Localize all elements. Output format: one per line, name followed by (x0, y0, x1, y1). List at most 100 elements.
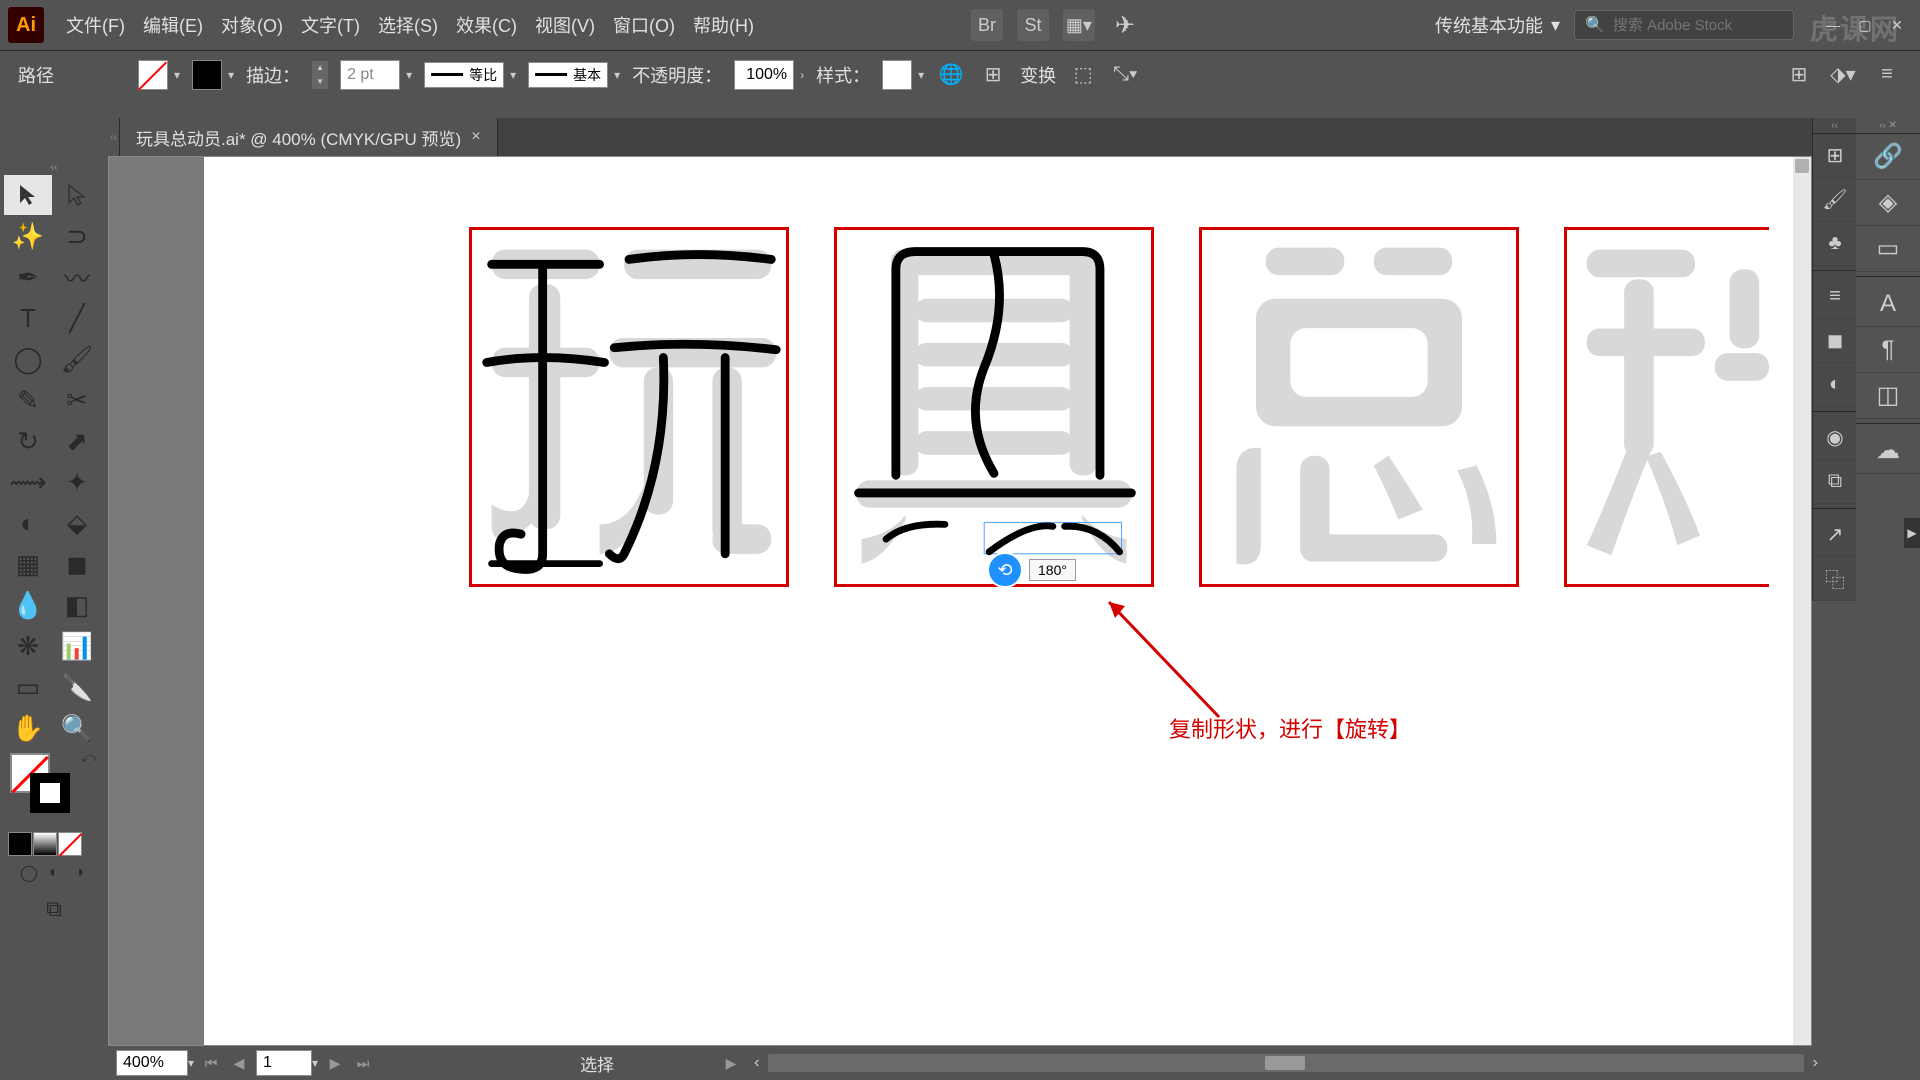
properties-panel-icon[interactable]: ▭ (1856, 226, 1920, 272)
style-swatch[interactable] (882, 60, 912, 90)
horizontal-scrollbar[interactable]: ‹ › (768, 1054, 1804, 1072)
opacity-dropdown-icon[interactable]: › (800, 68, 804, 82)
brush-definition[interactable]: 基本 (528, 62, 608, 88)
shape-builder-tool[interactable]: ◐ (4, 503, 52, 543)
perspective-icon[interactable]: ⬗▾ (1828, 60, 1858, 90)
eyedropper-tool[interactable]: 💧 (4, 585, 52, 625)
profile-dropdown-icon[interactable]: ▾ (510, 68, 516, 82)
menu-select[interactable]: 选择(S) (378, 12, 438, 38)
gradient-panel-icon[interactable]: ◼ (1813, 319, 1857, 363)
stroke-weight-dropdown-icon[interactable]: ▾ (406, 68, 412, 82)
gradient-tool[interactable]: ◼ (53, 544, 101, 584)
width-tool[interactable]: ⟿ (4, 462, 52, 502)
eraser-tool[interactable]: ✂ (53, 380, 101, 420)
stock-icon[interactable]: St (1017, 9, 1049, 41)
swatch-grid-icon[interactable]: ⊞ (1813, 134, 1857, 178)
panel-menu-icon[interactable]: ≡ (1872, 60, 1902, 90)
variable-width-profile[interactable]: 等比 (424, 62, 504, 88)
hand-tool[interactable]: ✋ (4, 708, 52, 748)
menu-file[interactable]: 文件(F) (66, 12, 125, 38)
transform-icon[interactable]: ⤡▾ (1110, 60, 1140, 90)
shaper-tool[interactable]: ✎ (4, 380, 52, 420)
rectangle-tool[interactable]: ◯ (4, 339, 52, 379)
zoom-input[interactable] (116, 1050, 188, 1076)
grid-icon[interactable]: ⊞ (1784, 60, 1814, 90)
direct-selection-tool[interactable] (53, 175, 101, 215)
rotate-tool[interactable]: ↻ (4, 421, 52, 461)
menu-edit[interactable]: 编辑(E) (143, 12, 203, 38)
tab-close-icon[interactable]: × (471, 128, 480, 146)
character-panel-icon[interactable]: A (1856, 281, 1920, 327)
stroke-stepper[interactable]: ▲ ▼ (312, 61, 328, 89)
line-tool[interactable]: ╱ (53, 298, 101, 338)
lasso-tool[interactable]: ⊃ (53, 216, 101, 256)
hscroll-thumb[interactable] (1265, 1056, 1305, 1070)
stroke-up-icon[interactable]: ▲ (312, 61, 328, 75)
artboard-tool[interactable]: ▭ (4, 667, 52, 707)
menu-effect[interactable]: 效果(C) (456, 12, 517, 38)
scroll-right-icon[interactable]: › (1813, 1054, 1818, 1072)
opacity-input[interactable] (734, 60, 794, 90)
symbol-sprayer-tool[interactable]: ❋ (4, 626, 52, 666)
brushes-panel-icon[interactable]: 🖌 (1813, 178, 1857, 222)
stroke-down-icon[interactable]: ▼ (312, 75, 328, 89)
stroke-swatch[interactable] (192, 60, 222, 90)
fill-stroke-control[interactable]: ⤺ (4, 749, 104, 829)
stroke-weight-input[interactable] (340, 60, 400, 90)
minimize-button[interactable]: — (1818, 13, 1848, 37)
perspective-grid-tool[interactable]: ⬙ (53, 503, 101, 543)
toolbox-handle[interactable]: ‹‹ (4, 160, 104, 174)
recolor-artwork-icon[interactable]: 🌐 (936, 60, 966, 90)
transform-label[interactable]: 变换 (1020, 62, 1056, 88)
gpu-icon[interactable]: ✈ (1109, 9, 1141, 41)
curvature-tool[interactable]: 〰 (53, 257, 101, 297)
color-mode-none[interactable] (58, 832, 82, 856)
asset-panel-icon[interactable]: ⿻ (1813, 557, 1857, 601)
menu-object[interactable]: 对象(O) (221, 12, 283, 38)
scroll-thumb[interactable] (1795, 159, 1809, 173)
panel-handle-outer-icon[interactable]: ›› ✕ (1856, 118, 1920, 134)
document-tab[interactable]: 玩具总动员.ai* @ 400% (CMYK/GPU 预览) × (120, 118, 498, 156)
swap-fill-stroke-icon[interactable]: ⤺ (81, 749, 96, 766)
artboard-number-input[interactable] (256, 1050, 312, 1076)
zoom-tool[interactable]: 🔍 (53, 708, 101, 748)
libraries-panel-icon[interactable]: ☁ (1856, 428, 1920, 474)
menu-view[interactable]: 视图(V) (535, 12, 595, 38)
scale-tool[interactable]: ⬈ (53, 421, 101, 461)
menu-help[interactable]: 帮助(H) (693, 12, 754, 38)
style-dropdown-icon[interactable]: ▾ (918, 68, 924, 82)
pen-tool[interactable]: ✒ (4, 257, 52, 297)
graphic-styles-panel-icon[interactable]: ⧉ (1813, 460, 1857, 504)
blend-tool[interactable]: ◧ (53, 585, 101, 625)
menu-window[interactable]: 窗口(O) (613, 12, 675, 38)
stroke-dropdown-icon[interactable]: ▾ (228, 68, 234, 82)
search-stock[interactable]: 🔍 (1574, 10, 1794, 40)
align-icon[interactable]: ⊞ (978, 60, 1008, 90)
paintbrush-tool[interactable]: 🖌 (53, 339, 101, 379)
slice-tool[interactable]: 🔪 (53, 667, 101, 707)
type-tool[interactable]: T (4, 298, 52, 338)
expand-panel-icon[interactable]: ▶ (1904, 518, 1920, 548)
last-artboard-button[interactable]: ⏭ (352, 1052, 374, 1074)
menu-type[interactable]: 文字(T) (301, 12, 360, 38)
first-artboard-button[interactable]: ⏮ (200, 1052, 222, 1074)
tab-strip-handle[interactable]: ‹‹ (108, 118, 120, 156)
transparency-panel-icon[interactable]: ◐ (1813, 363, 1857, 407)
isolate-icon[interactable]: ⬚ (1068, 60, 1098, 90)
vertical-scrollbar[interactable] (1793, 157, 1811, 1045)
panel-handle-icon[interactable]: ‹‹ (1813, 118, 1856, 134)
paragraph-panel-icon[interactable]: ¶ (1856, 327, 1920, 373)
layers-panel-icon[interactable]: ◈ (1856, 180, 1920, 226)
color-mode-gradient[interactable] (33, 832, 57, 856)
export-panel-icon[interactable]: ↗ (1813, 513, 1857, 557)
stroke-indicator[interactable] (30, 773, 70, 813)
arrange-docs-icon[interactable]: ▦▾ (1063, 9, 1095, 41)
brush-dropdown-icon[interactable]: ▾ (614, 68, 620, 82)
align-panel-icon[interactable]: ◫ (1856, 373, 1920, 419)
selection-tool[interactable] (4, 175, 52, 215)
fill-dropdown-icon[interactable]: ▾ (174, 68, 180, 82)
color-panel-icon[interactable]: 🔗 (1856, 134, 1920, 180)
workspace-switcher[interactable]: 传统基本功能 ▾ (1435, 12, 1560, 38)
artboard-dropdown-icon[interactable]: ▾ (312, 1056, 318, 1070)
search-input[interactable] (1613, 17, 1783, 34)
